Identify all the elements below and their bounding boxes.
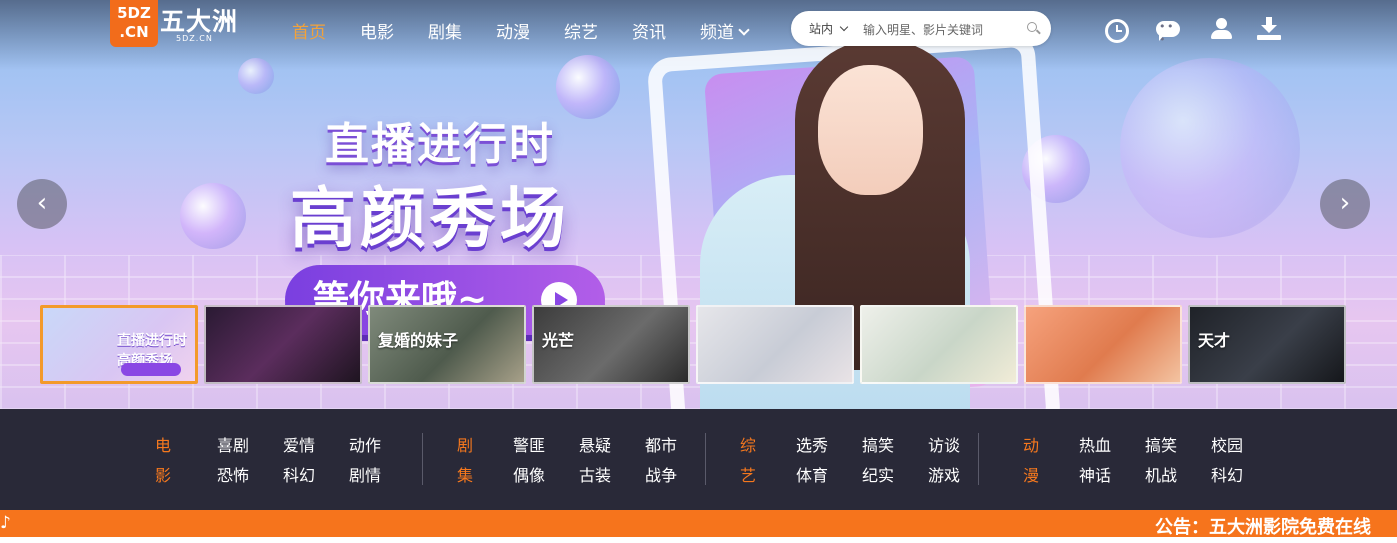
carousel-thumbnail[interactable]: 光芒 <box>532 305 690 384</box>
carousel-thumbnail[interactable]: 天才 <box>1188 305 1346 384</box>
chevron-right-icon: › <box>1339 188 1351 218</box>
category-link[interactable]: 都市 <box>645 431 711 461</box>
category-link[interactable]: 搞笑 <box>862 431 928 461</box>
bubble-decoration <box>238 58 274 94</box>
category-divider <box>422 433 423 485</box>
carousel-prev-button[interactable]: ‹ <box>17 179 67 229</box>
category-link[interactable]: 选秀 <box>796 431 862 461</box>
search-icon[interactable] <box>1027 22 1037 32</box>
category-title-char: 动 <box>1022 436 1039 455</box>
category-title-char: 剧 <box>456 436 473 455</box>
nav-movies[interactable]: 电影 <box>360 18 394 43</box>
category-link[interactable]: 动作 <box>349 431 415 461</box>
category-link[interactable]: 纪实 <box>862 461 928 491</box>
nav-home[interactable]: 首页 <box>292 18 326 43</box>
chevron-down-icon <box>738 24 750 36</box>
category-title-char: 电 <box>154 436 171 455</box>
category-link[interactable]: 机战 <box>1145 461 1211 491</box>
thumbnail-button-decoration <box>121 363 181 376</box>
category-links: 选秀 搞笑 访谈 体育 纪实 游戏 <box>796 431 994 491</box>
category-title-char: 漫 <box>1022 466 1039 485</box>
category-link[interactable]: 体育 <box>796 461 862 491</box>
category-link[interactable]: 悬疑 <box>579 431 645 461</box>
category-link[interactable]: 科幻 <box>1211 461 1277 491</box>
chat-icon[interactable] <box>1156 20 1180 46</box>
category-link[interactable]: 恐怖 <box>217 461 283 491</box>
hero-banner[interactable]: 直播进行时 高颜秀场 等你来哦~ ‹ › 直播进行时 高颜秀场 复婚的妹子 光芒… <box>0 0 1397 409</box>
thumbnail-title: 光芒 <box>542 331 575 350</box>
category-divider <box>705 433 706 485</box>
logo-badge-top: 5DZ <box>117 4 151 22</box>
user-icon[interactable] <box>1210 17 1234 41</box>
bubble-decoration <box>556 55 620 119</box>
category-links: 热血 搞笑 校园 神话 机战 科幻 <box>1079 431 1277 491</box>
site-logo-name[interactable]: 五大洲 <box>160 2 238 38</box>
category-links: 喜剧 爱情 动作 恐怖 科幻 剧情 <box>217 431 415 491</box>
category-title[interactable]: 剧集 <box>455 431 475 491</box>
nav-series[interactable]: 剧集 <box>428 18 462 43</box>
category-title-char: 影 <box>154 466 171 485</box>
category-link[interactable]: 喜剧 <box>217 431 283 461</box>
category-link[interactable]: 警匪 <box>513 431 579 461</box>
category-link[interactable]: 剧情 <box>349 461 415 491</box>
carousel-thumbnails: 直播进行时 高颜秀场 复婚的妹子 光芒 天才 <box>40 305 1346 384</box>
announcement-text[interactable]: 公告：五大洲影院免费在线 <box>1155 513 1371 537</box>
speaker-icon: ♪ <box>0 513 11 533</box>
thumbnail-title: 复婚的妹子 <box>378 331 459 350</box>
category-link[interactable]: 古装 <box>579 461 645 491</box>
bubble-decoration <box>180 183 246 249</box>
category-link[interactable]: 爱情 <box>283 431 349 461</box>
chevron-left-icon: ‹ <box>36 188 48 218</box>
bubble-decoration <box>1120 58 1300 238</box>
nav-news[interactable]: 资讯 <box>632 18 666 43</box>
category-link[interactable]: 战争 <box>645 461 711 491</box>
carousel-thumbnail[interactable] <box>204 305 362 384</box>
category-links: 警匪 悬疑 都市 偶像 古装 战争 <box>513 431 711 491</box>
nav-channels[interactable]: 频道 <box>700 18 750 43</box>
model-face <box>818 65 923 195</box>
search-scope-label: 站内 <box>809 22 834 36</box>
carousel-thumbnail[interactable]: 直播进行时 高颜秀场 <box>40 305 198 384</box>
hero-slogan-line2: 高颜秀场 <box>290 180 570 257</box>
category-link[interactable]: 搞笑 <box>1145 431 1211 461</box>
category-title[interactable]: 综艺 <box>738 431 758 491</box>
carousel-thumbnail[interactable] <box>696 305 854 384</box>
thumbnail-title: 天才 <box>1198 331 1231 350</box>
nav-variety[interactable]: 综艺 <box>564 18 598 43</box>
carousel-thumbnail[interactable] <box>1024 305 1182 384</box>
category-bar: 电影 喜剧 爱情 动作 恐怖 科幻 剧情 剧集 警匪 悬疑 都市 偶像 古装 战… <box>0 409 1397 510</box>
logo-badge-bottom: .CN <box>119 23 149 41</box>
category-title[interactable]: 电影 <box>153 431 173 491</box>
category-link[interactable]: 访谈 <box>928 431 994 461</box>
site-logo-sub: 5DZ.CN <box>176 34 213 43</box>
carousel-next-button[interactable]: › <box>1320 179 1370 229</box>
category-link[interactable]: 神话 <box>1079 461 1145 491</box>
clock-icon[interactable] <box>1105 19 1129 43</box>
category-title-char: 集 <box>456 466 473 485</box>
hero-slogan-line1: 直播进行时 <box>325 119 555 170</box>
site-logo-badge[interactable]: 5DZ .CN <box>110 0 158 47</box>
search-box: 站内 <box>791 11 1051 46</box>
category-link[interactable]: 校园 <box>1211 431 1277 461</box>
carousel-thumbnail[interactable] <box>860 305 1018 384</box>
nav-anime[interactable]: 动漫 <box>496 18 530 43</box>
nav-channels-label: 频道 <box>700 23 734 43</box>
carousel-thumbnail[interactable]: 复婚的妹子 <box>368 305 526 384</box>
category-link[interactable]: 热血 <box>1079 431 1145 461</box>
search-input[interactable] <box>861 19 1025 41</box>
category-divider <box>978 433 979 485</box>
category-title-char: 艺 <box>739 466 756 485</box>
category-title-char: 综 <box>739 436 756 455</box>
search-scope-select[interactable]: 站内 <box>809 20 849 37</box>
page: 直播进行时 高颜秀场 等你来哦~ ‹ › 直播进行时 高颜秀场 复婚的妹子 光芒… <box>0 0 1397 543</box>
category-link[interactable]: 偶像 <box>513 461 579 491</box>
main-nav: 首页 电影 剧集 动漫 综艺 资讯 频道 <box>292 18 750 43</box>
category-title[interactable]: 动漫 <box>1021 431 1041 491</box>
announcement-bar: ♪ 公告：五大洲影院免费在线 <box>0 510 1397 537</box>
category-link[interactable]: 游戏 <box>928 461 994 491</box>
download-icon-base <box>1257 35 1281 40</box>
chevron-down-icon <box>839 22 849 32</box>
category-link[interactable]: 科幻 <box>283 461 349 491</box>
